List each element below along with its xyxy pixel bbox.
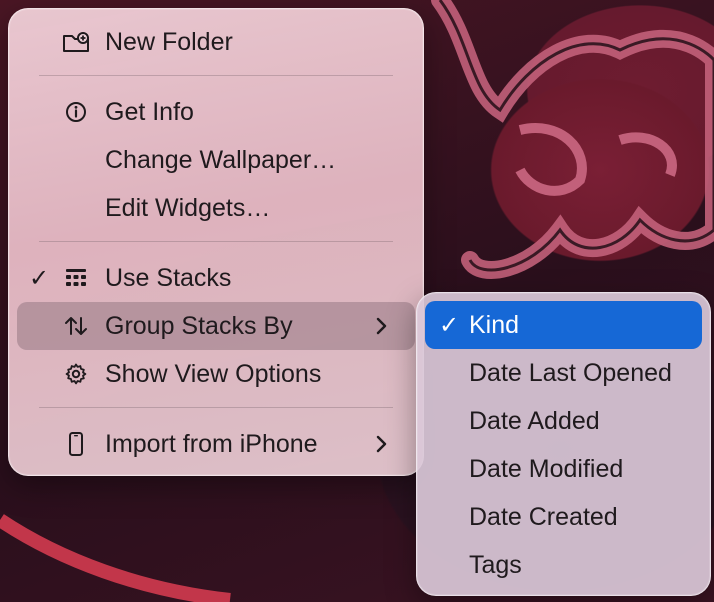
submenu-item-label: Kind bbox=[469, 310, 520, 339]
menu-separator bbox=[39, 75, 393, 76]
chevron-right-icon bbox=[369, 314, 393, 338]
menu-item-edit-widgets[interactable]: Edit Widgets… bbox=[17, 184, 415, 232]
submenu-item-label: Date Created bbox=[469, 502, 618, 531]
info-icon bbox=[61, 97, 91, 127]
submenu-item-date-last-opened[interactable]: Date Last Opened bbox=[425, 349, 702, 397]
submenu-item-date-created[interactable]: Date Created bbox=[425, 493, 702, 541]
menu-item-label: Group Stacks By bbox=[105, 311, 293, 340]
menu-item-change-wallpaper[interactable]: Change Wallpaper… bbox=[17, 136, 415, 184]
menu-item-label: Get Info bbox=[105, 97, 194, 126]
submenu-item-label: Date Last Opened bbox=[469, 358, 672, 387]
submenu-item-label: Tags bbox=[469, 550, 522, 579]
submenu-item-date-modified[interactable]: Date Modified bbox=[425, 445, 702, 493]
iphone-icon bbox=[61, 429, 91, 459]
menu-item-new-folder[interactable]: New Folder bbox=[17, 18, 415, 66]
group-stacks-by-submenu: ✓ Kind Date Last Opened Date Added Date … bbox=[416, 292, 711, 596]
menu-separator bbox=[39, 241, 393, 242]
menu-item-label: Edit Widgets… bbox=[105, 193, 271, 222]
menu-item-show-view-options[interactable]: Show View Options bbox=[17, 350, 415, 398]
menu-item-get-info[interactable]: Get Info bbox=[17, 88, 415, 136]
gear-icon bbox=[61, 359, 91, 389]
new-folder-icon bbox=[61, 27, 91, 57]
submenu-item-label: Date Added bbox=[469, 406, 600, 435]
submenu-item-tags[interactable]: Tags bbox=[425, 541, 702, 589]
menu-separator bbox=[39, 407, 393, 408]
menu-item-label: Change Wallpaper… bbox=[105, 145, 337, 174]
menu-item-label: Use Stacks bbox=[105, 263, 232, 292]
stacks-grid-icon bbox=[61, 263, 91, 293]
menu-item-use-stacks[interactable]: ✓ Use Stacks bbox=[17, 254, 415, 302]
submenu-item-label: Date Modified bbox=[469, 454, 624, 483]
menu-item-label: Import from iPhone bbox=[105, 429, 318, 458]
menu-item-group-stacks-by[interactable]: Group Stacks By bbox=[17, 302, 415, 350]
menu-item-label: Show View Options bbox=[105, 359, 322, 388]
menu-item-import-from-iphone[interactable]: Import from iPhone bbox=[17, 420, 415, 468]
desktop-context-menu: New Folder Get Info Change Wallpaper… Ed… bbox=[8, 8, 424, 476]
checkmark-icon: ✓ bbox=[29, 264, 50, 292]
sort-arrows-icon bbox=[61, 311, 91, 341]
chevron-right-icon bbox=[369, 432, 393, 456]
submenu-item-date-added[interactable]: Date Added bbox=[425, 397, 702, 445]
menu-item-label: New Folder bbox=[105, 27, 233, 56]
checkmark-icon: ✓ bbox=[439, 311, 460, 339]
submenu-item-kind[interactable]: ✓ Kind bbox=[425, 301, 702, 349]
